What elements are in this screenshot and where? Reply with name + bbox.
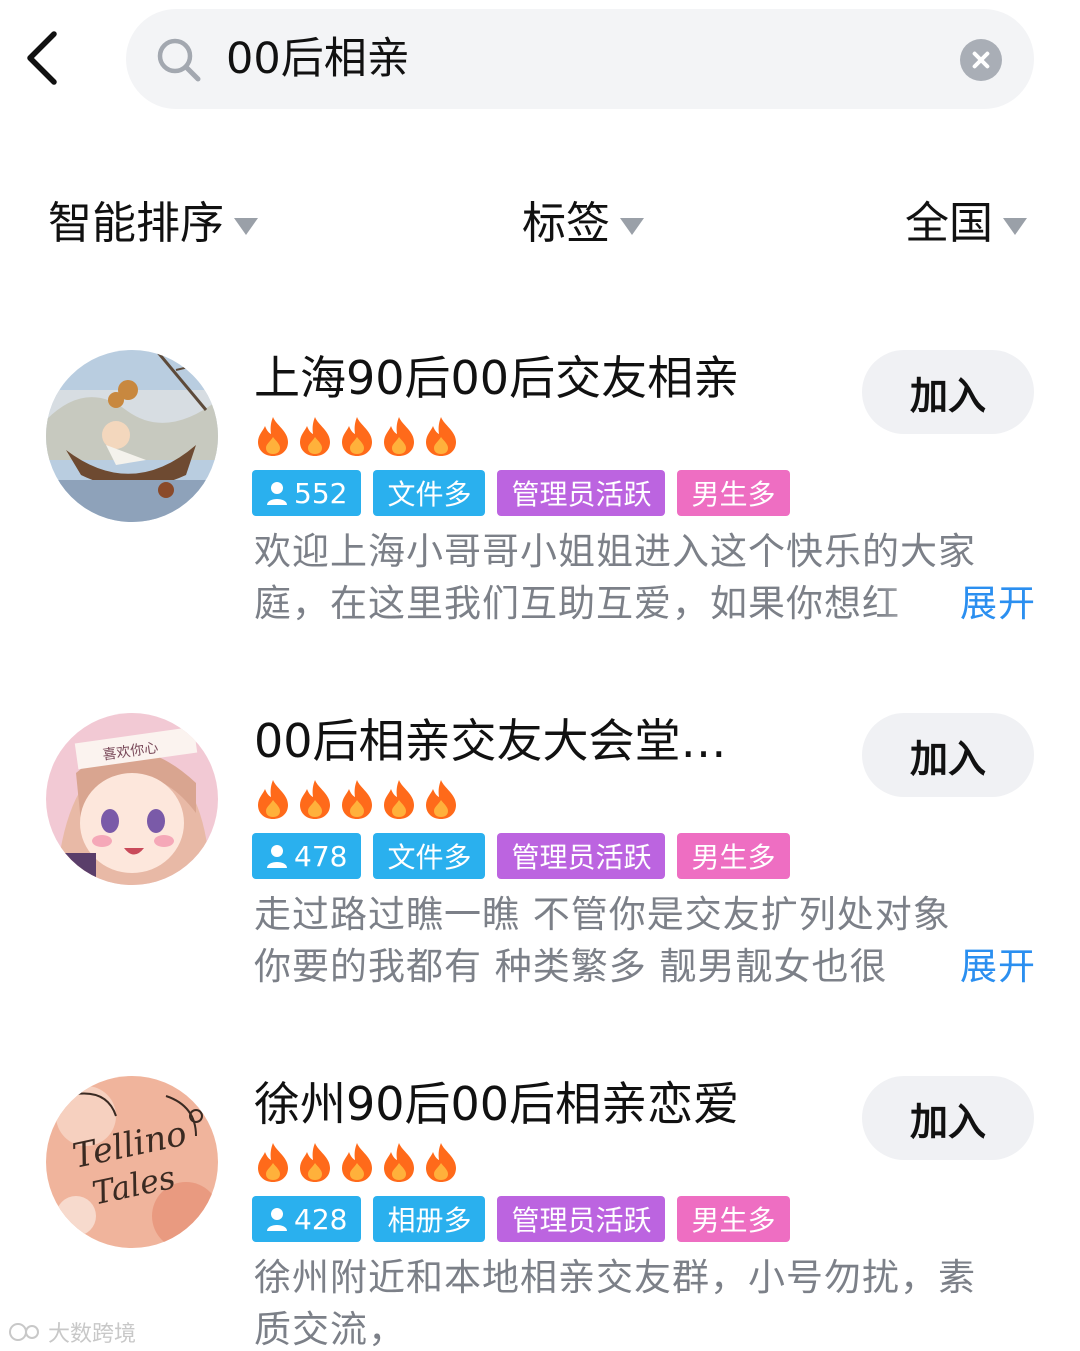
expand-link[interactable]: 展开 bbox=[958, 578, 1036, 630]
flame-icon bbox=[384, 417, 414, 456]
tag-badge: 管理员活跃 bbox=[497, 470, 666, 516]
group-title: 徐州90后00后相亲恋爱 bbox=[254, 1077, 740, 1131]
search-input[interactable]: 00后相亲 bbox=[226, 31, 410, 87]
desc-line: 质交流， bbox=[254, 1308, 406, 1351]
group-avatar: Tellino Tales bbox=[46, 1076, 218, 1248]
dropdown-arrow-icon bbox=[234, 217, 258, 235]
person-icon bbox=[267, 1208, 287, 1231]
tag-badge: 相册多 bbox=[373, 1196, 486, 1242]
flame-icon bbox=[384, 780, 414, 819]
desc-line: 庭，在这里我们互助互爱，如果你想红 展开 bbox=[254, 578, 1036, 630]
group-description: 欢迎上海小哥哥小姐姐进入这个快乐的大家 庭，在这里我们互助互爱，如果你想红 展开 bbox=[254, 526, 1036, 630]
member-count-badge: 478 bbox=[252, 833, 362, 879]
search-bar[interactable]: 00后相亲 bbox=[126, 9, 1034, 109]
flame-icon bbox=[342, 780, 372, 819]
dropdown-arrow-icon bbox=[1003, 217, 1027, 235]
desc-line: 你要的我都有 种类繁多 靓男靓女也很 展开 bbox=[254, 941, 1036, 993]
dropdown-arrow-icon bbox=[620, 217, 644, 235]
filter-tag[interactable]: 标签 bbox=[522, 194, 644, 254]
tag-badge: 管理员活跃 bbox=[497, 833, 666, 879]
watermark-text: 大数跨境 bbox=[48, 1322, 137, 1347]
desc-text: 庭，在这里我们互助互爱，如果你想红 bbox=[254, 582, 900, 625]
group-title: 上海90后00后交友相亲 bbox=[254, 351, 740, 405]
group-tags: 428 相册多 管理员活跃 男生多 bbox=[252, 1196, 790, 1242]
tag-badge: 文件多 bbox=[373, 470, 486, 516]
group-tags: 478 文件多 管理员活跃 男生多 bbox=[252, 833, 790, 879]
tag-badge: 男生多 bbox=[677, 833, 790, 879]
flame-icon bbox=[384, 1143, 414, 1182]
group-item[interactable]: 上海90后00后交友相亲 加入 552 文件多 管理员活跃 男生多 欢迎上海小哥… bbox=[0, 350, 1080, 680]
member-count: 428 bbox=[294, 1202, 348, 1236]
flame-icon bbox=[342, 1143, 372, 1182]
flame-icon bbox=[300, 780, 330, 819]
filter-region[interactable]: 全国 bbox=[905, 194, 1027, 254]
member-count: 478 bbox=[294, 839, 348, 873]
flame-icon bbox=[426, 417, 456, 456]
group-item[interactable]: 喜欢你心 00后相亲交友大会堂… 加入 478 文件多 管理员活跃 男生多 走过… bbox=[0, 713, 1080, 1043]
watermark: 大数跨境 bbox=[8, 1316, 136, 1348]
desc-line: 徐州附近和本地相亲交友群，小号勿扰，素 bbox=[254, 1256, 976, 1299]
clear-icon[interactable] bbox=[960, 39, 1002, 81]
member-count-badge: 552 bbox=[252, 470, 362, 516]
join-button[interactable]: 加入 bbox=[862, 1076, 1034, 1160]
filter-sort-label: 智能排序 bbox=[48, 198, 224, 249]
activity-flames bbox=[254, 778, 460, 820]
flame-icon bbox=[342, 417, 372, 456]
filter-sort[interactable]: 智能排序 bbox=[48, 194, 258, 254]
group-title: 00后相亲交友大会堂… bbox=[254, 714, 727, 768]
desc-text: 你要的我都有 种类繁多 靓男靓女也很 bbox=[254, 945, 888, 988]
tag-badge: 文件多 bbox=[373, 833, 486, 879]
desc-line: 欢迎上海小哥哥小姐姐进入这个快乐的大家 bbox=[254, 530, 976, 573]
tag-badge: 男生多 bbox=[677, 470, 790, 516]
group-description: 走过路过瞧一瞧 不管你是交友扩列处对象 你要的我都有 种类繁多 靓男靓女也很 展… bbox=[254, 889, 1036, 993]
group-avatar bbox=[46, 350, 218, 522]
desc-line: 走过路过瞧一瞧 不管你是交友扩列处对象 bbox=[254, 893, 951, 936]
expand-link[interactable]: 展开 bbox=[958, 941, 1036, 993]
group-item[interactable]: Tellino Tales 徐州90后00后相亲恋爱 加入 428 相册多 管理… bbox=[0, 1076, 1080, 1351]
tag-badge: 管理员活跃 bbox=[497, 1196, 666, 1242]
group-tags: 552 文件多 管理员活跃 男生多 bbox=[252, 470, 790, 516]
member-count-badge: 428 bbox=[252, 1196, 362, 1242]
flame-icon bbox=[426, 1143, 456, 1182]
flame-icon bbox=[300, 417, 330, 456]
person-icon bbox=[267, 482, 287, 505]
flame-icon bbox=[426, 780, 456, 819]
flame-icon bbox=[258, 417, 288, 456]
group-avatar: 喜欢你心 bbox=[46, 713, 218, 885]
flame-icon bbox=[300, 1143, 330, 1182]
member-count: 552 bbox=[294, 476, 348, 510]
activity-flames bbox=[254, 1141, 460, 1183]
flame-icon bbox=[258, 1143, 288, 1182]
filter-tag-label: 标签 bbox=[522, 198, 610, 249]
join-button[interactable]: 加入 bbox=[862, 350, 1034, 434]
person-icon bbox=[267, 845, 287, 868]
group-description: 徐州附近和本地相亲交友群，小号勿扰，素 质交流， bbox=[254, 1252, 1036, 1351]
flame-icon bbox=[258, 780, 288, 819]
join-button[interactable]: 加入 bbox=[862, 713, 1034, 797]
search-icon bbox=[157, 38, 201, 82]
back-arrow-icon[interactable] bbox=[22, 28, 66, 88]
watermark-logo-icon bbox=[9, 1323, 39, 1341]
tag-badge: 男生多 bbox=[677, 1196, 790, 1242]
activity-flames bbox=[254, 415, 460, 457]
filter-region-label: 全国 bbox=[905, 198, 993, 249]
